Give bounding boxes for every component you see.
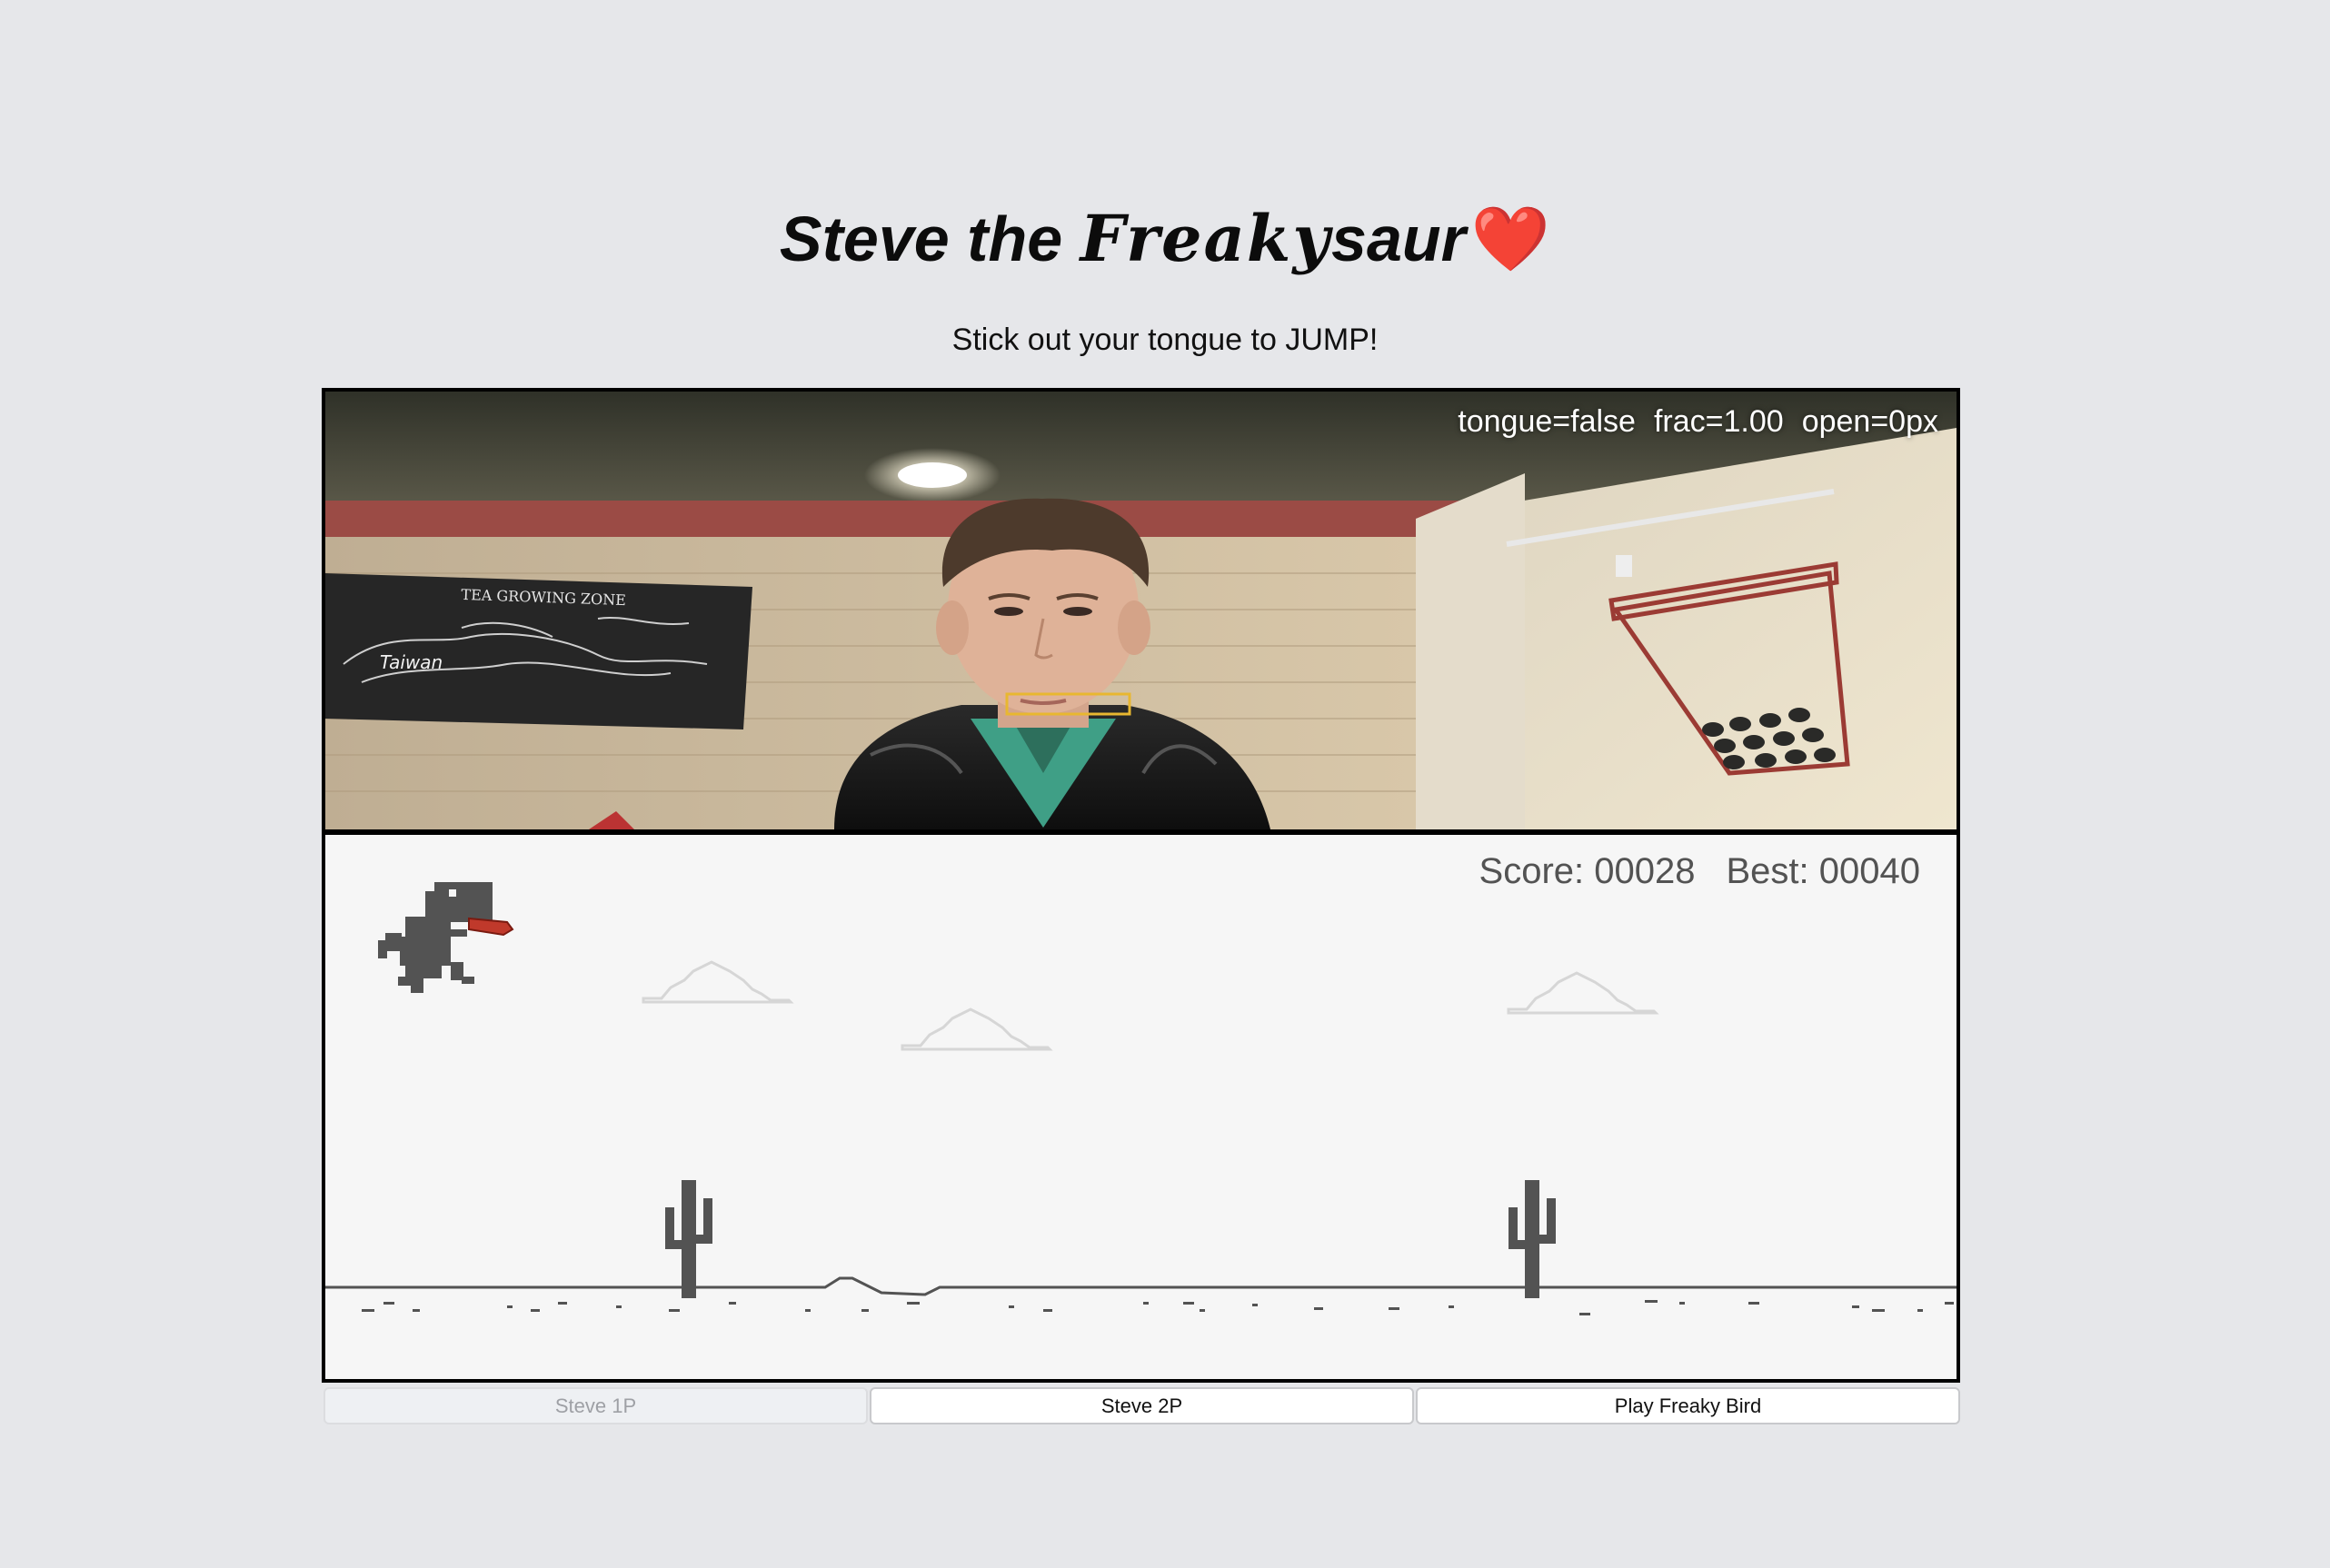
title-text-1: Steve the: [779, 203, 1080, 274]
tongue-status: tongue=false: [1458, 404, 1636, 439]
map-label-text: Taiwan: [380, 651, 443, 673]
heart-icon: ❤️: [1470, 203, 1551, 274]
cactus-obstacle: [1509, 1180, 1556, 1298]
game-frame: TEA GROWING ZONE Taiwan tongue=false fra…: [322, 388, 1960, 1383]
steve-1p-button[interactable]: Steve 1P: [324, 1387, 868, 1424]
title-text-2: saur: [1331, 203, 1466, 274]
game-canvas[interactable]: Score: 00028 Best: 00040: [325, 835, 1957, 1379]
title-text-fancy: Freaky: [1080, 201, 1332, 276]
steve-2p-button[interactable]: Steve 2P: [870, 1387, 1414, 1424]
tracking-readout: tongue=false frac=1.00 open=0px: [1439, 404, 1938, 440]
cloud-icon: [901, 1007, 1053, 1051]
ground-line: [325, 1276, 1957, 1296]
mode-selector: Steve 1P Steve 2P Play Freaky Bird: [324, 1387, 1960, 1424]
instructions: Stick out your tongue to JUMP!: [951, 323, 1379, 357]
ground-speckles: [362, 1300, 1954, 1315]
frac-status: frac=1.00: [1653, 404, 1784, 439]
tongue-icon: [468, 917, 514, 937]
webcam-image: TEA GROWING ZONE Taiwan: [325, 392, 1957, 829]
play-freaky-bird-button[interactable]: Play Freaky Bird: [1416, 1387, 1960, 1424]
cactus-obstacle: [665, 1180, 712, 1298]
webcam-feed: TEA GROWING ZONE Taiwan tongue=false fra…: [325, 392, 1957, 835]
open-status: open=0px: [1801, 404, 1938, 439]
page-title: Steve the Freakysaur❤️: [0, 198, 2330, 280]
dino-player: [378, 882, 514, 993]
cloud-icon: [642, 960, 794, 1004]
cloud-icon: [1507, 971, 1659, 1015]
